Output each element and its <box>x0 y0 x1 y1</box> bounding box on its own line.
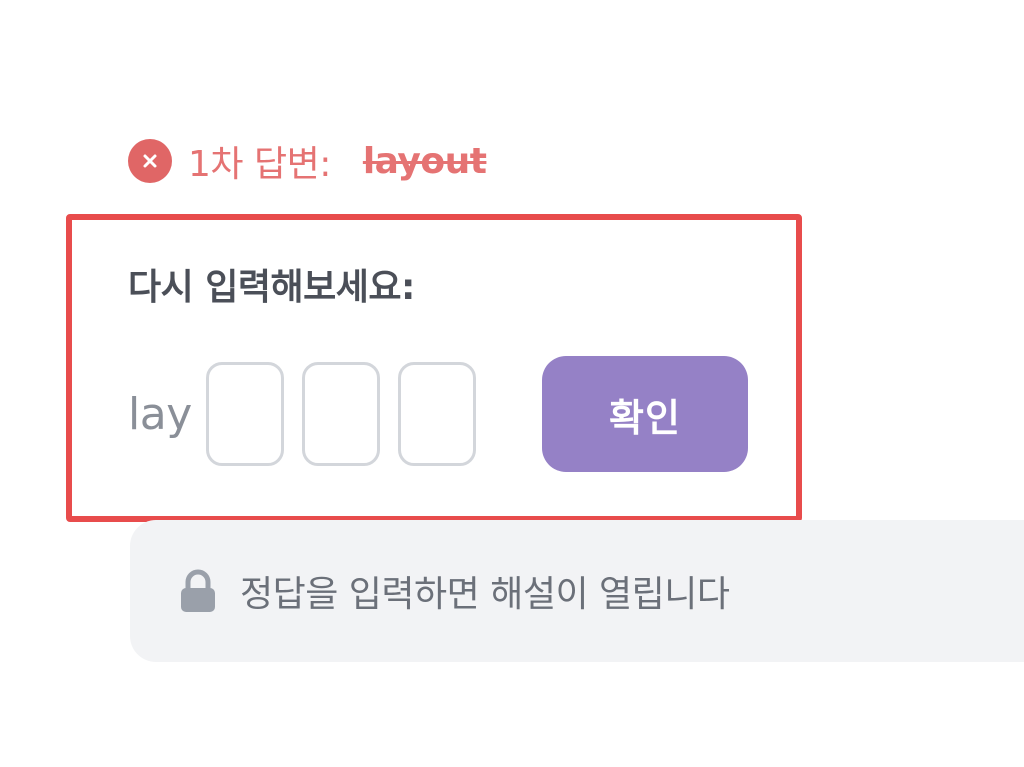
confirm-button[interactable]: 확인 <box>542 356 748 472</box>
quiz-retry-panel: 1차 답변: layout 다시 입력해보세요: lay 확인 정답을 입력하면… <box>0 0 1024 767</box>
retry-input-row: lay <box>128 358 494 470</box>
letter-input-2[interactable] <box>301 362 380 466</box>
first-attempt-answer: layout <box>362 140 487 182</box>
error-x-icon <box>128 139 172 183</box>
first-attempt-row: 1차 답변: layout <box>128 134 487 188</box>
letter-input-3[interactable] <box>397 362 476 466</box>
retry-prompt: 다시 입력해보세요: <box>128 267 415 308</box>
locked-explanation-bar: 정답을 입력하면 해설이 열립니다 <box>130 520 1024 662</box>
lock-icon <box>178 569 218 613</box>
locked-explanation-text: 정답을 입력하면 해설이 열립니다 <box>240 574 730 615</box>
first-attempt-label: 1차 답변: <box>188 144 331 185</box>
letter-input-1[interactable] <box>205 362 284 466</box>
answer-prefix: lay <box>128 388 192 440</box>
